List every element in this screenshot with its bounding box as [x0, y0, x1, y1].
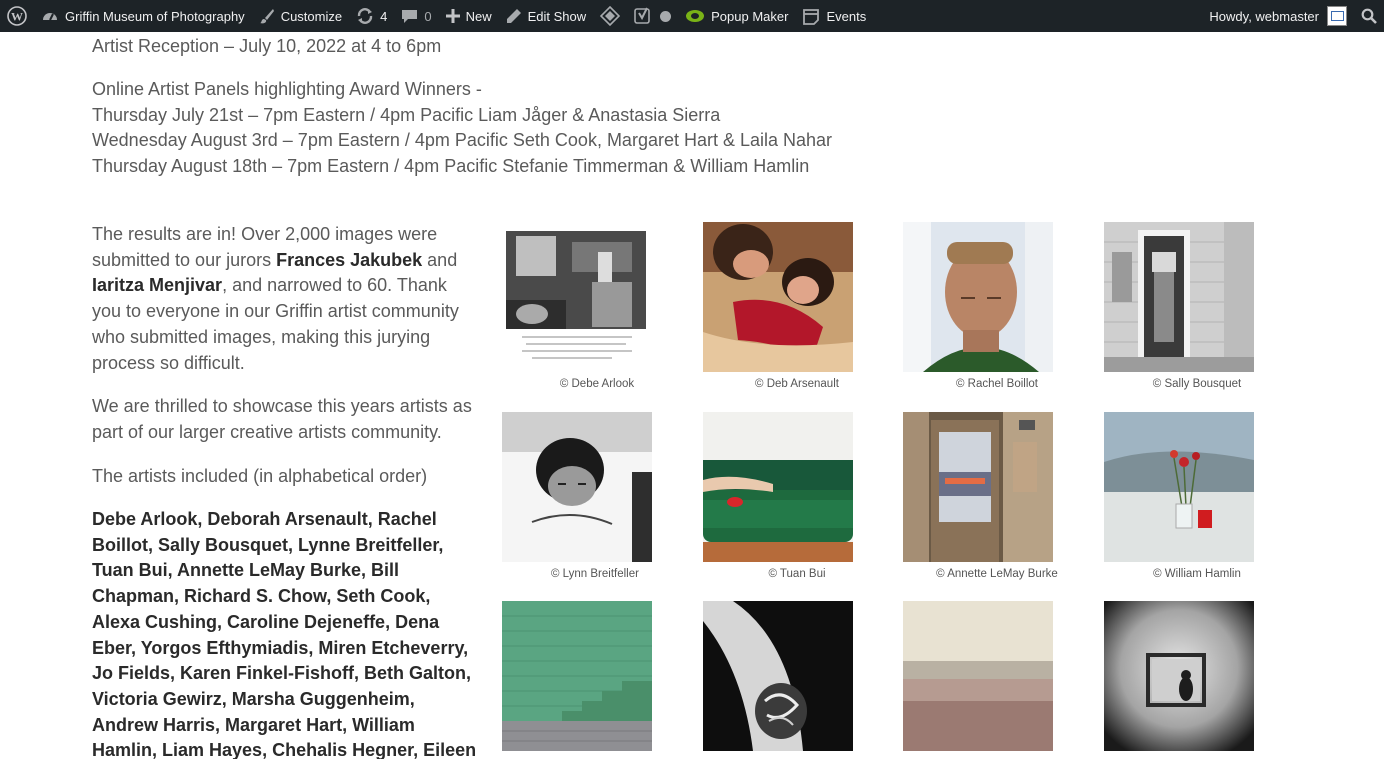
panel-line: Wednesday August 3rd – 7pm Eastern / 4pm… — [92, 130, 833, 151]
page-content: Artist Reception – July 10, 2022 at 4 to… — [0, 32, 1384, 759]
updates-link[interactable]: 4 — [349, 0, 394, 32]
gallery-image[interactable] — [703, 601, 853, 751]
new-content-menu[interactable]: New — [439, 0, 499, 32]
my-account-menu[interactable]: Howdy, webmaster — [1202, 0, 1354, 32]
admin-bar: W Griffin Museum of Photography Customiz… — [0, 0, 1384, 32]
events-menu[interactable]: Events — [795, 0, 873, 32]
reception-text: Artist Reception – July 10, 2022 at 4 to… — [92, 36, 442, 56]
panels-heading: Online Artist Panels highlighting Award … — [92, 79, 482, 99]
image-caption: © Tuan Bui — [768, 568, 826, 580]
image-caption: © Rachel Boillot — [956, 378, 1038, 390]
gallery-image[interactable] — [703, 222, 853, 372]
gallery-image[interactable] — [502, 412, 652, 562]
events-calendar-icon — [802, 7, 820, 25]
admin-search-button[interactable] — [1354, 0, 1384, 32]
gallery-image[interactable] — [903, 412, 1053, 562]
wordpress-logo-icon[interactable]: W — [0, 0, 34, 32]
site-name-label: Griffin Museum of Photography — [65, 8, 245, 24]
image-caption: © William Hamlin — [1153, 568, 1241, 580]
panels-block: Online Artist Panels highlighting Award … — [92, 77, 832, 180]
artists-intro: The artists included (in alphabetical or… — [92, 466, 428, 486]
avatar — [1327, 6, 1347, 26]
events-label: Events — [826, 8, 867, 24]
gallery-image[interactable] — [1104, 222, 1254, 372]
gallery-image[interactable] — [1104, 601, 1254, 751]
popup-maker-icon — [685, 8, 705, 24]
image-caption: © Annette LeMay Burke — [936, 568, 1058, 580]
new-label: New — [465, 8, 492, 24]
svg-text:W: W — [11, 10, 23, 24]
gallery-image[interactable] — [903, 222, 1053, 372]
gallery-image[interactable] — [502, 222, 652, 372]
dashboard-gauge-icon — [41, 8, 59, 24]
updates-refresh-icon — [356, 7, 374, 25]
comments-link[interactable]: 0 — [394, 0, 438, 32]
plus-icon — [445, 9, 460, 23]
showcase-paragraph: We are thrilled to showcase this years a… — [92, 396, 472, 442]
artists-list: Debe Arlook, Deborah Arsenault, Rachel B… — [92, 509, 477, 759]
juror-name: Iaritza Menjivar — [92, 275, 223, 296]
image-caption: © Lynn Breitfeller — [551, 568, 639, 580]
juror-name: Frances Jakubek — [276, 249, 423, 270]
edit-show-label: Edit Show — [527, 8, 587, 24]
image-caption: © Sally Bousquet — [1152, 378, 1242, 390]
edit-show-link[interactable]: Edit Show — [499, 0, 594, 32]
results-paragraph: The results are in! Over 2,000 images we… — [92, 222, 477, 376]
image-caption: © Deb Arsenault — [755, 378, 839, 390]
gallery-image[interactable] — [502, 601, 652, 751]
howdy-label: Howdy, webmaster — [1209, 8, 1319, 24]
seo-status-dot-icon — [660, 10, 672, 22]
gallery-image[interactable] — [1104, 412, 1254, 562]
search-icon — [1361, 8, 1377, 24]
gallery-image[interactable] — [703, 412, 853, 562]
updates-count: 4 — [380, 8, 388, 24]
panel-line: Thursday July 21st – 7pm Eastern / 4pm P… — [92, 104, 721, 125]
yoast-seo-icon[interactable] — [627, 0, 678, 32]
popup-maker-label: Popup Maker — [711, 8, 789, 24]
comments-count: 0 — [424, 8, 432, 24]
site-name-menu[interactable]: Griffin Museum of Photography — [34, 0, 252, 32]
intro-text: and — [422, 249, 458, 270]
plugin-diamond-icon[interactable] — [593, 0, 627, 32]
image-caption: © Debe Arlook — [559, 378, 635, 390]
customize-link[interactable]: Customize — [252, 0, 349, 32]
comment-bubble-icon — [401, 8, 418, 24]
customize-label: Customize — [280, 8, 343, 24]
paintbrush-icon — [259, 8, 275, 24]
popup-maker-menu[interactable]: Popup Maker — [678, 0, 795, 32]
panel-line: Thursday August 18th – 7pm Eastern / 4pm… — [92, 156, 810, 177]
pencil-icon — [506, 8, 522, 24]
gallery-image[interactable] — [903, 601, 1053, 751]
